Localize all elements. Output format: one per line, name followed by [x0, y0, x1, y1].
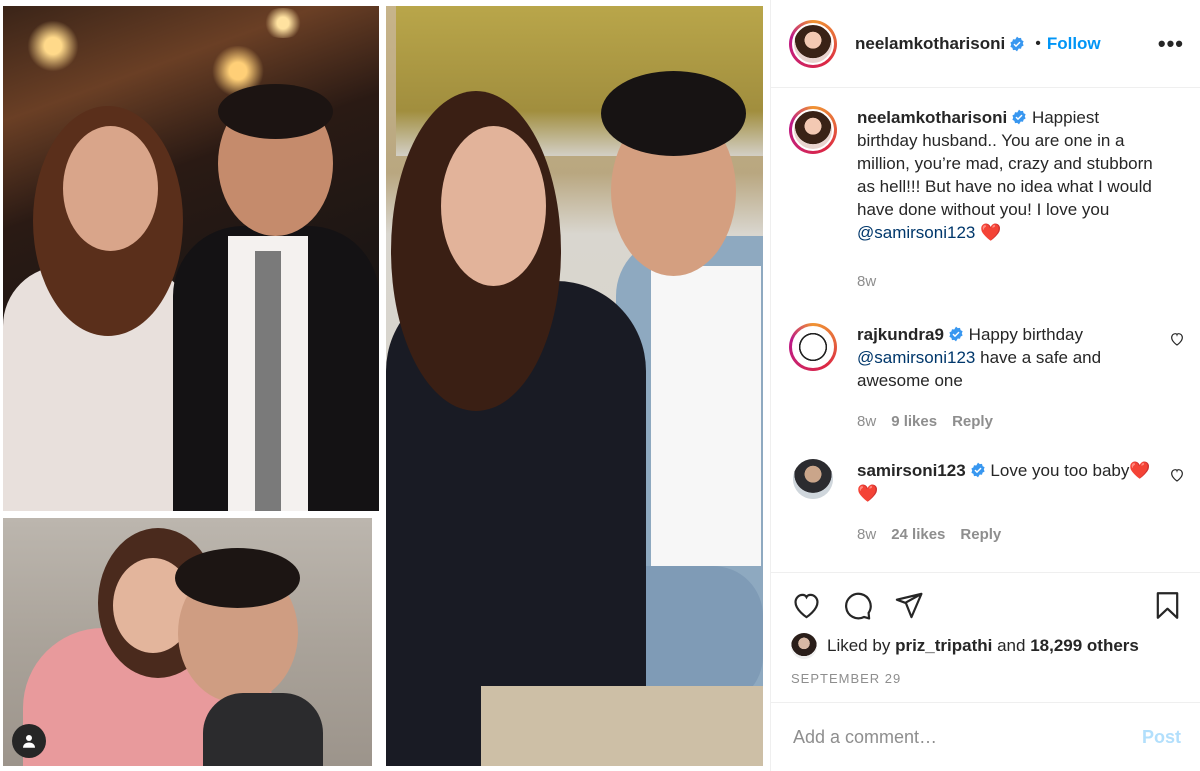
comment-likes[interactable]: 9 likes: [891, 410, 937, 433]
comment-time[interactable]: 8w: [857, 410, 876, 433]
comment-text: Happy birthday: [968, 325, 1084, 344]
heart-icon[interactable]: [791, 590, 822, 621]
add-comment-bar: Post: [771, 702, 1200, 771]
author-username[interactable]: neelamkotharisoni: [855, 34, 1005, 54]
photo-couple-hug: [3, 518, 372, 766]
comment-likes[interactable]: 24 likes: [891, 523, 945, 546]
more-icon[interactable]: •••: [1158, 31, 1184, 57]
post-actions: Liked by priz_tripathi and 18,299 others…: [771, 572, 1200, 686]
comment-input[interactable]: [793, 726, 1142, 748]
photo-couple-sofa: [386, 6, 763, 766]
heart-icon[interactable]: [1169, 467, 1185, 483]
heart-icon[interactable]: [1169, 331, 1185, 347]
post-header: neelamkotharisoni • Follow •••: [771, 0, 1200, 88]
liker-avatar[interactable]: [791, 633, 817, 659]
liker-username[interactable]: priz_tripathi: [895, 636, 992, 656]
comments-section: neelamkotharisoni Happiest birthday husb…: [771, 88, 1200, 572]
verified-badge-icon: [1012, 109, 1026, 125]
verified-badge-icon: [1010, 36, 1024, 51]
comment-item: rajkundra9 Happy birthday @samirsoni123 …: [789, 323, 1183, 433]
follow-button[interactable]: Follow: [1047, 34, 1101, 54]
reply-button[interactable]: Reply: [952, 410, 993, 433]
bookmark-icon[interactable]: [1152, 590, 1183, 621]
comment-username[interactable]: rajkundra9: [857, 325, 944, 344]
comment-icon[interactable]: [842, 590, 873, 621]
separator-dot: •: [1035, 34, 1041, 52]
caption-time[interactable]: 8w: [857, 270, 876, 293]
likes-prefix: Liked by: [827, 636, 891, 655]
comment-time[interactable]: 8w: [857, 523, 876, 546]
caption: neelamkotharisoni Happiest birthday husb…: [789, 106, 1177, 293]
caption-mention[interactable]: @samirsoni123: [857, 223, 975, 242]
reply-button[interactable]: Reply: [960, 523, 1001, 546]
likes-count[interactable]: 18,299 others: [1030, 636, 1139, 656]
comment-text: Love you too baby: [990, 461, 1130, 480]
verified-badge-icon: [949, 326, 963, 342]
post-image-collage[interactable]: [0, 0, 770, 771]
likes-summary: Liked by priz_tripathi and 18,299 others: [791, 633, 1183, 659]
post-sidebar: neelamkotharisoni • Follow ••• neelamkot…: [770, 0, 1200, 771]
heart-emoji: ❤️: [980, 223, 1002, 242]
post-comment-button[interactable]: Post: [1142, 727, 1181, 748]
caption-avatar[interactable]: [789, 106, 837, 154]
share-icon[interactable]: [893, 590, 924, 621]
comment-username[interactable]: samirsoni123: [857, 461, 966, 480]
commenter-avatar[interactable]: [789, 323, 837, 371]
comment-mention[interactable]: @samirsoni123: [857, 348, 975, 367]
author-avatar[interactable]: [789, 19, 837, 68]
commenter-avatar[interactable]: [793, 459, 833, 499]
photo-couple-party: [3, 6, 379, 511]
verified-badge-icon: [971, 462, 985, 478]
user-tag-icon[interactable]: [12, 724, 46, 758]
caption-username[interactable]: neelamkotharisoni: [857, 108, 1007, 127]
comment-item: samirsoni123 Love you too baby❤️❤️ 8w 24…: [789, 459, 1183, 546]
post-date[interactable]: SEPTEMBER 29: [791, 671, 1183, 686]
instagram-post: neelamkotharisoni • Follow ••• neelamkot…: [0, 0, 1200, 771]
likes-middle: and: [997, 636, 1026, 655]
